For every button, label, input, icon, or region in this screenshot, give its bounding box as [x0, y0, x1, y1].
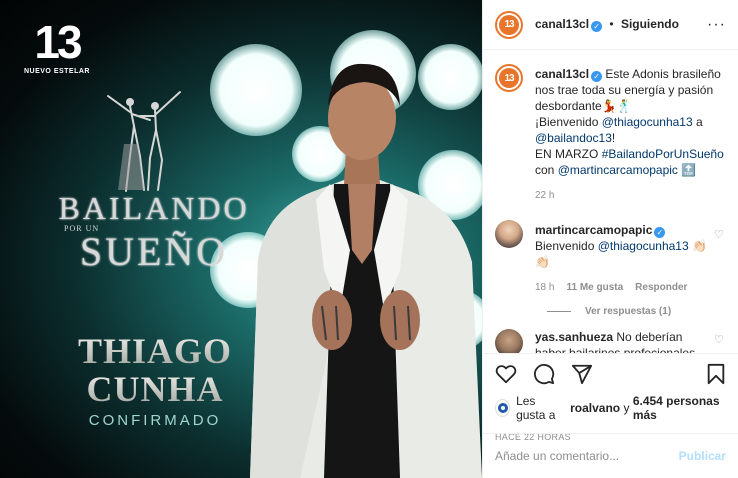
caption-time[interactable]: 22 h — [535, 188, 554, 204]
comment-icon[interactable] — [533, 363, 555, 385]
artist-last-name: CUNHA — [60, 370, 250, 408]
likes-count[interactable]: 6.454 personas más — [633, 394, 726, 422]
comment-likes[interactable]: 11 Me gusta — [566, 280, 623, 296]
show-logo: BAILANDO POR UN SUEÑO — [44, 190, 264, 274]
comment-input[interactable] — [495, 449, 679, 463]
dancers-icon — [107, 91, 181, 192]
eye-icon — [497, 403, 508, 413]
add-comment-bar: Publicar — [483, 433, 738, 478]
logo-number: 13 — [34, 16, 82, 68]
username-link[interactable]: canal13cl — [535, 17, 589, 31]
comment: martincarcamopapic ✓ Bienvenido @thiagocu… — [495, 214, 726, 296]
verified-badge-icon: ✓ — [654, 227, 666, 238]
hashtag-link[interactable]: #BailandoPorUnSueño — [602, 147, 724, 161]
view-replies-label: Ver respuestas (1) — [585, 306, 672, 317]
instagram-post: 13 NUEVO ESTELAR BAILANDO POR UN SUEÑO T… — [0, 0, 738, 478]
post-actions: Les gusta a roalvano y 6.454 personas má… — [483, 353, 738, 442]
mention-link[interactable]: @thiagocunha13 — [602, 115, 693, 129]
following-button[interactable]: Siguiendo — [621, 17, 679, 31]
show-title-word1: BAILANDO — [58, 190, 250, 226]
avatar[interactable] — [495, 220, 523, 248]
heart-icon[interactable] — [495, 363, 517, 385]
caption-text: ¡Bienvenido — [535, 115, 599, 129]
liker-username[interactable]: roalvano — [570, 401, 620, 415]
comments-list[interactable]: 13 canal13cl ✓ Este Adonis brasileño nos … — [483, 58, 738, 353]
comment: yas.sanhueza No deberían haber bailarine… — [495, 329, 726, 353]
comment-username[interactable]: martincarcamopapic — [535, 223, 652, 237]
separator: • — [609, 17, 614, 31]
caption-text: EN MARZO — [535, 147, 599, 161]
divider — [547, 311, 571, 312]
caption-text: con — [535, 163, 555, 177]
avatar[interactable]: 13 — [495, 64, 523, 92]
channel-logo: 13 NUEVO ESTELAR — [22, 18, 92, 75]
show-title-word3: SUEÑO — [79, 229, 229, 274]
caption: 13 canal13cl ✓ Este Adonis brasileño nos … — [495, 58, 726, 204]
verified-badge-icon: ✓ — [591, 21, 603, 32]
post-header: 13 canal13cl ✓ • Siguiendo ··· — [483, 0, 738, 50]
artist-name: THIAGO CUNHA CONFIRMADO — [60, 332, 250, 429]
likes-summary: Les gusta a roalvano y 6.454 personas má… — [495, 394, 726, 422]
post-side-panel: 13 canal13cl ✓ • Siguiendo ··· 13 canal13… — [482, 0, 738, 478]
status-text: CONFIRMADO — [88, 412, 222, 429]
more-options-icon[interactable]: ··· — [707, 16, 726, 34]
avatar-text: 13 — [499, 14, 519, 35]
avatar[interactable] — [495, 329, 523, 353]
like-comment-icon[interactable]: ♡ — [714, 228, 726, 241]
likes-prefix: Les gusta a — [516, 394, 556, 422]
comment-username[interactable]: yas.sanhueza — [535, 330, 613, 344]
share-icon[interactable] — [571, 363, 593, 385]
likes-middle: y — [623, 401, 630, 415]
comment-text: Bienvenido — [535, 239, 595, 253]
dancer-photo — [250, 63, 482, 478]
publish-button[interactable]: Publicar — [679, 449, 726, 463]
reply-button[interactable]: Responder — [635, 280, 687, 296]
mention-link[interactable]: @thiagocunha13 — [598, 239, 689, 253]
like-comment-icon[interactable]: ♡ — [714, 333, 726, 346]
verified-badge-icon: ✓ — [591, 71, 603, 82]
mention-link[interactable]: @martincarcamopapic — [558, 163, 678, 177]
avatar[interactable]: 13 — [495, 10, 523, 39]
mention-link[interactable]: @bailandoc13 — [535, 131, 612, 145]
liker-avatar[interactable] — [495, 399, 511, 417]
caption-emoji: 🔝 — [681, 163, 697, 177]
post-image[interactable]: 13 NUEVO ESTELAR BAILANDO POR UN SUEÑO T… — [0, 0, 482, 478]
comment-time[interactable]: 18 h — [535, 280, 554, 296]
caption-text: a — [695, 115, 703, 129]
avatar-text: 13 — [499, 68, 519, 88]
caption-username[interactable]: canal13cl — [535, 67, 589, 81]
artist-first-name: THIAGO — [60, 332, 250, 370]
logo-subtitle: NUEVO ESTELAR — [23, 68, 90, 75]
bookmark-icon[interactable] — [706, 363, 726, 385]
view-replies-button[interactable]: Ver respuestas (1) — [547, 306, 726, 317]
caption-text: ! — [611, 131, 616, 145]
